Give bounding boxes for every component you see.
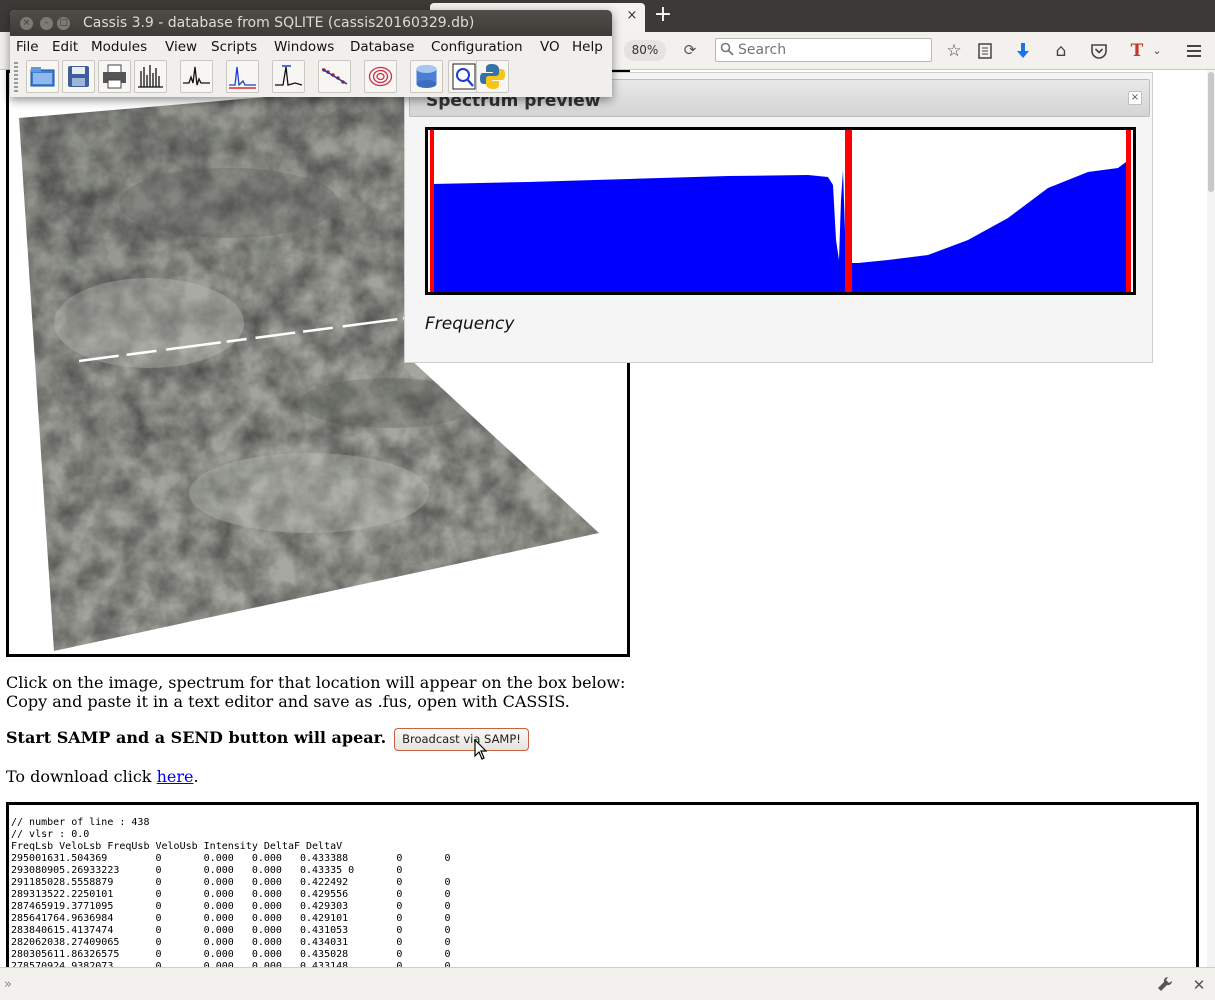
- menu-configuration[interactable]: Configuration: [431, 39, 523, 55]
- chevron-down-icon[interactable]: ⌄: [1150, 40, 1164, 62]
- marker-line-middle: [845, 130, 852, 292]
- reload-icon[interactable]: ⟳: [680, 40, 700, 60]
- menu-windows[interactable]: Windows: [274, 39, 334, 55]
- x-axis-label: Frequency: [425, 314, 515, 334]
- mouse-cursor-icon: [474, 739, 488, 760]
- download-prefix: To download click: [6, 767, 157, 786]
- save-disk-icon[interactable]: [62, 60, 95, 93]
- download-icon[interactable]: [1012, 40, 1034, 62]
- cassis-window-title: Cassis 3.9 - database from SQLITE (cassi…: [83, 15, 475, 31]
- new-tab-icon[interactable]: +: [652, 4, 674, 26]
- download-suffix: .: [193, 767, 199, 786]
- download-text: To download click here.: [6, 767, 199, 787]
- cassis-toolbar: [10, 58, 612, 97]
- spectrum-area: [432, 162, 1126, 292]
- rotational-diagram-icon[interactable]: [318, 60, 351, 93]
- menu-hamburger-icon[interactable]: [1183, 40, 1205, 62]
- page-scrollbar-thumb[interactable]: [1208, 72, 1214, 192]
- database-icon[interactable]: [410, 60, 443, 93]
- instructions-text: Click on the image, spectrum for that lo…: [6, 673, 646, 711]
- marker-line-left: [430, 130, 434, 292]
- spectral-cube-icon[interactable]: [364, 60, 397, 93]
- instructions-line-2: Copy and paste it in a text editor and s…: [6, 692, 570, 711]
- browser-find-bar: » ✕: [0, 967, 1215, 1000]
- python-script-icon[interactable]: [476, 60, 509, 93]
- menu-vo[interactable]: VO: [540, 39, 560, 55]
- menu-view[interactable]: View: [165, 39, 197, 55]
- page-scrollbar[interactable]: [1207, 70, 1215, 968]
- menu-help[interactable]: Help: [572, 39, 603, 55]
- menu-file[interactable]: File: [16, 39, 39, 55]
- lte-radex-icon[interactable]: [272, 60, 305, 93]
- spectrum-graphic: [430, 130, 1131, 292]
- cassis-menu-bar: File Edit Modules View Scripts Windows D…: [10, 36, 612, 58]
- findbar-close-icon[interactable]: ✕: [1191, 976, 1207, 994]
- instructions-line-1: Click on the image, spectrum for that lo…: [6, 673, 626, 692]
- cassis-window: × – □ Cassis 3.9 - database from SQLITE …: [10, 10, 612, 97]
- star-bookmark-icon[interactable]: ☆: [943, 40, 965, 62]
- cassis-title-bar[interactable]: × – □ Cassis 3.9 - database from SQLITE …: [10, 10, 612, 36]
- spectrum-preview-panel: Spectrum preview × Frequency: [404, 72, 1153, 363]
- print-icon[interactable]: [98, 60, 131, 93]
- spectrum-analysis-icon[interactable]: [180, 60, 213, 93]
- line-analysis-icon[interactable]: [226, 60, 259, 93]
- pocket-icon[interactable]: [1088, 40, 1110, 62]
- reader-list-icon[interactable]: [974, 40, 996, 62]
- line-spectrum-icon[interactable]: [134, 60, 167, 93]
- search-box[interactable]: [715, 38, 932, 62]
- menu-edit[interactable]: Edit: [52, 39, 78, 55]
- marker-line-right: [1126, 130, 1131, 292]
- close-icon[interactable]: ×: [1128, 91, 1142, 105]
- spectrum-textarea[interactable]: // number of line : 438 // vlsr : 0.0 Fr…: [6, 802, 1199, 972]
- chevron-right-icon[interactable]: »: [4, 977, 18, 993]
- window-maximize-icon[interactable]: □: [57, 17, 70, 30]
- menu-modules[interactable]: Modules: [91, 39, 147, 55]
- download-here-link[interactable]: here: [157, 767, 194, 786]
- samp-prompt: Start SAMP and a SEND button will apear.: [6, 728, 387, 747]
- spectrum-plot: [425, 127, 1136, 295]
- window-close-icon[interactable]: ×: [20, 17, 33, 30]
- toolbar-grip[interactable]: [14, 62, 18, 92]
- menu-scripts[interactable]: Scripts: [211, 39, 257, 55]
- text-t-icon[interactable]: T: [1126, 40, 1148, 62]
- tab-close-icon[interactable]: ×: [625, 8, 639, 24]
- search-icon: [720, 42, 736, 58]
- home-icon[interactable]: ⌂: [1050, 40, 1072, 62]
- wrench-icon[interactable]: [1156, 976, 1174, 994]
- menu-database[interactable]: Database: [350, 39, 414, 55]
- window-minimize-icon[interactable]: –: [40, 17, 53, 30]
- spectrum-data-text[interactable]: // number of line : 438 // vlsr : 0.0 Fr…: [11, 817, 1191, 969]
- search-input[interactable]: [738, 41, 926, 59]
- zoom-indicator[interactable]: 80%: [624, 40, 666, 61]
- broadcast-samp-button[interactable]: Broadcast via SAMP!: [394, 728, 529, 751]
- open-folder-icon[interactable]: [26, 60, 59, 93]
